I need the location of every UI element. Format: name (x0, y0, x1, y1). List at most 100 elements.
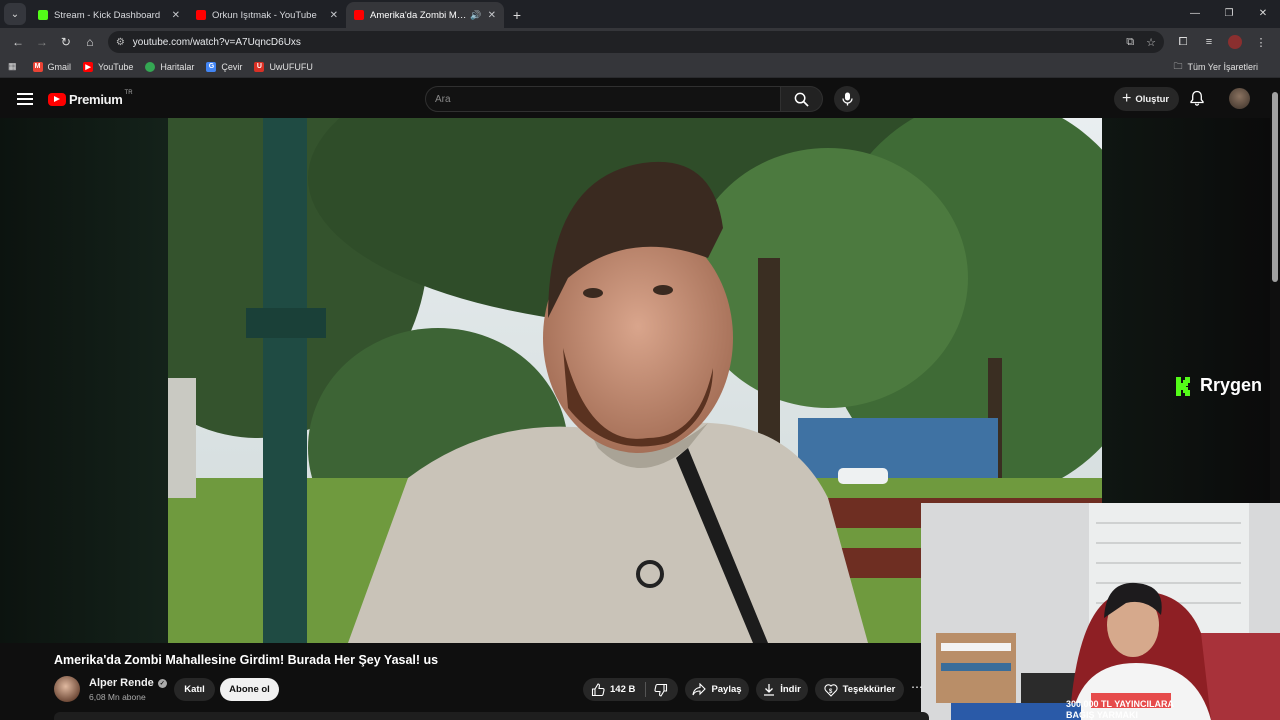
bookmark-label: Çevir (221, 61, 243, 72)
thanks-button[interactable]: $ Teşekkürler (815, 678, 904, 701)
extensions-icon[interactable]: ⧠ (1170, 30, 1196, 54)
media-controls-icon[interactable]: ≡ (1196, 30, 1222, 54)
browser-tab-kick[interactable]: Stream - Kick Dashboard ✕ (30, 2, 188, 28)
hamburger-menu-icon[interactable] (17, 90, 33, 108)
youtube-favicon-icon (196, 10, 206, 20)
voice-search-button[interactable] (834, 86, 860, 112)
youtube-favicon-icon (354, 10, 364, 20)
bookmark-translate[interactable]: G Çevir (206, 61, 243, 72)
share-button[interactable]: Paylaş (685, 678, 749, 701)
site-info-icon[interactable]: ⚙ (116, 37, 125, 48)
channel-avatar[interactable] (54, 676, 80, 702)
uwufufu-icon: U (254, 61, 265, 72)
tab-close-icon[interactable]: ✕ (330, 10, 338, 21)
notifications-bell-icon[interactable] (1190, 90, 1204, 111)
account-avatar[interactable] (1229, 88, 1250, 109)
download-button[interactable]: İndir (756, 678, 808, 701)
bookmark-uwufufu[interactable]: U UwUFUFU (254, 61, 313, 72)
minimize-icon[interactable]: — (1178, 0, 1212, 26)
forward-arrow-icon[interactable]: → (30, 30, 54, 54)
more-actions-icon[interactable]: ⋯ (911, 680, 923, 694)
close-window-icon[interactable]: ✕ (1246, 0, 1280, 26)
kick-favicon-icon (38, 10, 48, 20)
maps-pin-icon (145, 61, 156, 72)
like-button[interactable]: 142 B (591, 682, 636, 697)
ticker-line-1: 300.000 TL YAYINCILARA (1066, 699, 1175, 709)
share-arrow-icon (692, 683, 707, 696)
url-text: youtube.com/watch?v=A7UqncD6Uxs (132, 36, 301, 48)
subscribe-button[interactable]: Abone ol (220, 678, 279, 701)
ambient-right (1102, 118, 1270, 503)
tab-title: Stream - Kick Dashboard (54, 9, 161, 21)
browser-tabstrip: ⌄ Stream - Kick Dashboard ✕ Orkun Işıtma… (0, 0, 1280, 28)
search-icon (794, 92, 809, 107)
dislike-button[interactable] (654, 683, 673, 697)
tab-close-icon[interactable]: ✕ (488, 10, 496, 21)
translate-icon: G (206, 61, 217, 72)
gmail-icon: M (32, 61, 43, 72)
microphone-icon (841, 92, 853, 106)
home-icon[interactable]: ⌂ (78, 30, 102, 54)
subscriber-count: 6,08 Mn abone (89, 692, 146, 702)
bookmark-youtube[interactable]: ▶ YouTube (83, 61, 134, 72)
browser-toolbar: ← → ↻ ⌂ ⚙ youtube.com/watch?v=A7UqncD6Ux… (0, 28, 1280, 56)
description-box-edge (54, 712, 929, 720)
streamer-webcam: 300.000 TL YAYINCILARA BAĞIŞ YARMAKI (921, 503, 1280, 720)
install-app-icon[interactable]: ⧉ (1126, 36, 1134, 49)
bookmarks-bar: ▦ M Gmail ▶ YouTube Haritalar G Çevir U UwUF… (0, 56, 1280, 78)
restore-icon[interactable]: ❐ (1212, 0, 1246, 26)
bookmark-star-icon[interactable]: ☆ (1146, 36, 1156, 49)
create-button[interactable]: + Oluştur (1114, 87, 1180, 111)
search-input[interactable]: Ara (425, 86, 781, 112)
create-label: Oluştur (1135, 93, 1170, 105)
bookmark-maps[interactable]: Haritalar (145, 61, 194, 72)
plus-icon: + (1122, 90, 1132, 107)
tab-close-icon[interactable]: ✕ (172, 10, 180, 21)
youtube-play-icon (48, 92, 66, 106)
browser-tab-orkun[interactable]: Orkun Işıtmak - YouTube ✕ (188, 2, 346, 28)
youtube-header: Premium TR Ara + Oluştur (0, 80, 1270, 118)
back-arrow-icon[interactable]: ← (6, 30, 30, 54)
new-tab-button[interactable]: + (504, 2, 530, 28)
logo-text: Premium (69, 91, 123, 107)
super-thanks-icon: $ (824, 683, 838, 697)
tab-title: Amerika'da Zombi Mahalle (370, 9, 467, 21)
kick-logo-icon (1176, 376, 1190, 396)
all-bookmarks-folder[interactable]: 🗀 Tüm Yer İşaretleri (1173, 59, 1258, 75)
scrollbar-thumb[interactable] (1272, 92, 1278, 282)
window-controls: — ❐ ✕ (1178, 0, 1280, 26)
address-bar[interactable]: ⚙ youtube.com/watch?v=A7UqncD6Uxs ⧉ ☆ (107, 31, 1164, 53)
kick-watermark: Rrygen (1175, 375, 1262, 396)
browser-tab-active[interactable]: Amerika'da Zombi Mahalle 🔊 ✕ (346, 2, 504, 28)
bookmark-label: YouTube (98, 61, 134, 72)
search-button[interactable] (781, 86, 823, 112)
bookmark-label: Gmail (47, 61, 72, 72)
speaker-icon[interactable]: 🔊 (470, 10, 481, 21)
video-title: Amerika'da Zombi Mahallesine Girdim! Bur… (54, 653, 439, 667)
verified-check-icon: ✓ (157, 678, 167, 688)
youtube-icon: ▶ (83, 61, 94, 72)
webcam-image: 300.000 TL YAYINCILARA BAĞIŞ YARMAKI (921, 503, 1280, 720)
browser-menu-icon[interactable]: ⋮ (1248, 30, 1274, 54)
join-button[interactable]: Katıl (174, 678, 215, 701)
bookmark-label: Tüm Yer İşaretleri (1187, 61, 1258, 72)
kick-username: Rrygen (1200, 375, 1263, 395)
apps-grid-icon[interactable]: ▦ (8, 61, 17, 72)
tab-title: Orkun Işıtmak - YouTube (212, 9, 317, 21)
like-divider (645, 682, 647, 697)
profile-avatar[interactable] (1227, 35, 1242, 49)
channel-name-text: Alper Rende (89, 677, 154, 689)
thumbs-up-icon (591, 682, 605, 696)
tab-search-button[interactable]: ⌄ (4, 3, 26, 25)
channel-name[interactable]: Alper Rende ✓ (89, 677, 167, 689)
download-label: İndir (780, 684, 801, 695)
youtube-premium-logo[interactable]: Premium TR (48, 90, 133, 107)
ambient-left (0, 118, 168, 643)
bookmark-gmail[interactable]: M Gmail (32, 61, 72, 72)
share-label: Paylaş (711, 684, 742, 695)
reload-icon[interactable]: ↻ (54, 30, 78, 54)
thumbs-down-icon (654, 683, 668, 697)
like-count: 142 B (610, 684, 636, 695)
folder-icon: 🗀 (1173, 60, 1183, 71)
thanks-label: Teşekkürler (842, 684, 896, 695)
